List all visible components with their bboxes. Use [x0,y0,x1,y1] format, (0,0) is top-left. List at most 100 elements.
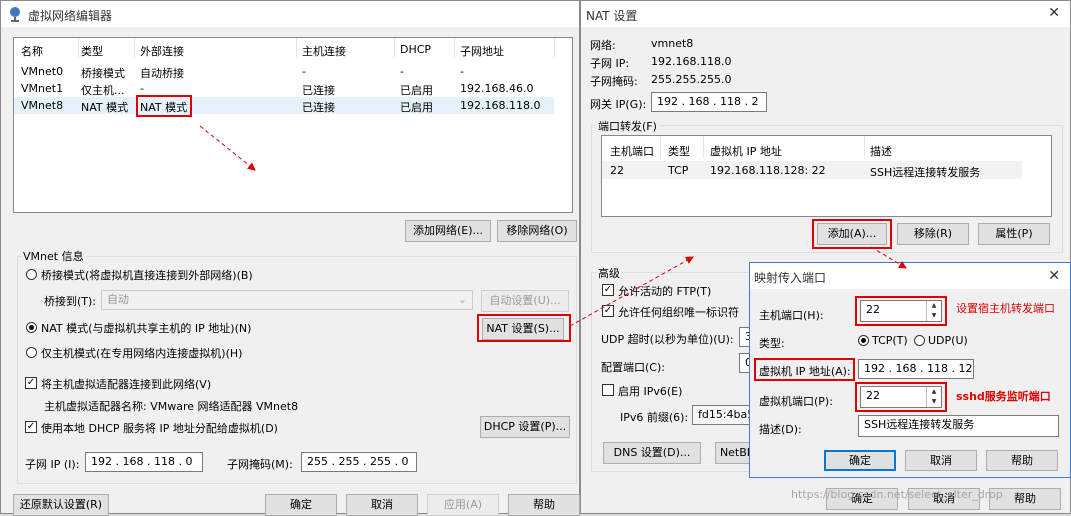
virtual-network-editor-window: 虚拟网络编辑器 名称 类型 外部连接 主机连接 DHCP 子网地址 VMnet0… [0,0,580,516]
desc-label: 描述(D): [759,423,802,436]
host-port-label: 主机端口(H): [759,309,824,322]
gateway-field[interactable]: 192 . 168 . 118 . 2 [651,92,767,112]
column-header-dhcp[interactable]: DHCP [400,43,431,56]
nat-subnet-ip-value: 192.168.118.0 [651,55,732,68]
nat-title: NAT 设置 [586,9,638,23]
config-port-label: 配置端口(C): [601,361,665,374]
map-titlebar: 映射传入端口 ✕ [750,263,1070,289]
help-button[interactable]: 帮助 [508,494,580,516]
pf-column-host-port[interactable]: 主机端口 [610,143,654,159]
vne-titlebar: 虚拟网络编辑器 [1,1,579,27]
allow-uuid-checkbox[interactable]: ✓ [602,305,614,317]
nat-mode-label[interactable]: NAT 模式(与虚拟机共享主机的 IP 地址)(N) [41,320,251,336]
ipv6-prefix-field[interactable]: fd15:4ba5: [692,405,752,425]
network-list[interactable]: 名称 类型 外部连接 主机连接 DHCP 子网地址 VMnet0 桥接模式 自动… [13,37,573,213]
subnet-ip-label: 子网 IP (I): [25,458,80,471]
bridge-to-select[interactable]: 自动 ⌄ [101,290,473,310]
network-globe-icon [8,6,22,25]
column-header-name[interactable]: 名称 [21,43,43,59]
host-port-highlight [855,296,947,326]
map-title: 映射传入端口 [754,271,827,285]
enable-ipv6-checkbox[interactable] [602,384,614,396]
map-ok-button[interactable]: 确定 [824,450,896,471]
table-row[interactable]: VMnet0 桥接模式 自动桥接 - - - [14,63,554,80]
network-label: 网络: [590,39,616,52]
remove-network-button[interactable]: 移除网络(O) [497,220,577,242]
vmnet-info-title: VMnet 信息 [21,248,86,264]
nat-subnet-mask-label: 子网掩码: [590,75,638,88]
nat-subnet-mask-value: 255.255.255.0 [651,73,732,86]
table-row[interactable]: VMnet1 仅主机... - 已连接 已启用 192.168.46.0 [14,80,554,97]
watermark: https://blog.csdn.net/select_alter_drop [791,488,1003,501]
use-dhcp-checkbox[interactable]: ✓ [25,421,37,433]
pf-column-type[interactable]: 类型 [668,143,690,159]
udp-radio[interactable] [914,335,925,346]
pf-column-desc[interactable]: 描述 [870,143,892,159]
udp-timeout-label: UDP 超时(以秒为单位)(U): [601,333,734,346]
allow-ftp-checkbox[interactable]: ✓ [602,284,614,296]
nat-mode-highlight [136,95,192,117]
use-dhcp-label[interactable]: 使用本地 DHCP 服务将 IP 地址分配给虚拟机(D) [41,420,278,436]
map-help-button[interactable]: 帮助 [986,450,1058,471]
close-icon[interactable]: ✕ [1048,268,1060,284]
column-header-type[interactable]: 类型 [81,43,103,59]
ipv6-prefix-label: IPv6 前缀(6): [620,411,689,424]
ssh-port-annotation: sshd服务监听端口 [956,390,1051,403]
connect-adapter-checkbox[interactable]: ✓ [25,377,37,389]
tcp-label[interactable]: TCP(T) [872,334,908,347]
allow-ftp-label[interactable]: 允许活动的 FTP(T) [618,283,711,299]
port-forward-title: 端口转发(F) [596,118,659,134]
map-incoming-port-dialog: 映射传入端口 ✕ 主机端口(H): 22 ▲ ▼ 类型: TCP(T) UDP(U… [749,262,1071,478]
auto-settings-button[interactable]: 自动设置(U)... [481,290,569,312]
adapter-name-text: 主机虚拟适配器名称: VMware 网络适配器 VMnet8 [44,400,299,413]
tcp-radio[interactable] [858,335,869,346]
vm-ip-label-highlight [754,358,855,381]
add-network-button[interactable]: 添加网络(E)... [405,220,491,242]
table-row-selected[interactable]: VMnet8 NAT 模式 NAT 模式 已连接 已启用 192.168.118… [14,97,554,114]
cancel-button[interactable]: 取消 [346,494,418,516]
allow-uuid-label[interactable]: 允许任何组织唯一标识符 [618,304,739,320]
gateway-label: 网关 IP(G): [590,98,647,111]
ok-button[interactable]: 确定 [265,494,337,516]
table-row[interactable]: 22 TCP 192.168.118.128: 22 SSH远程连接转发服务 [602,161,1022,179]
subnet-mask-label: 子网掩码(M): [227,458,293,471]
type-label: 类型: [759,337,785,350]
close-icon[interactable]: ✕ [1048,5,1060,21]
pf-column-vm-ip[interactable]: 虚拟机 IP 地址 [710,143,782,159]
bridge-to-label: 桥接到(T): [44,295,97,308]
nat-titlebar: NAT 设置 ✕ [581,1,1070,27]
chevron-down-icon: ⌄ [457,293,467,306]
host-port-annotation: 设置宿主机转发端口 [956,302,1055,315]
port-forward-list[interactable]: 主机端口 类型 虚拟机 IP 地址 描述 22 TCP 192.168.118.… [601,135,1052,217]
pf-remove-button[interactable]: 移除(R) [897,223,969,245]
pf-add-highlight [812,219,892,249]
column-header-subnet[interactable]: 子网地址 [460,43,504,59]
vm-port-label: 虚拟机端口(P): [759,395,833,408]
vne-title: 虚拟网络编辑器 [28,9,113,23]
restore-defaults-button[interactable]: 还原默认设置(R) [13,494,109,516]
network-value: vmnet8 [651,37,694,50]
desc-field[interactable]: SSH远程连接转发服务 [858,415,1059,437]
bridge-mode-label[interactable]: 桥接模式(将虚拟机直接连接到外部网络)(B) [41,267,253,283]
subnet-mask-field[interactable]: 255 . 255 . 255 . 0 [301,452,417,472]
subnet-ip-field[interactable]: 192 . 168 . 118 . 0 [85,452,203,472]
map-cancel-button[interactable]: 取消 [905,450,977,471]
dhcp-settings-button[interactable]: DHCP 设置(P)... [480,416,570,438]
dns-settings-button[interactable]: DNS 设置(D)... [603,442,701,464]
nat-subnet-ip-label: 子网 IP: [590,57,630,70]
advanced-title: 高级 [596,265,622,281]
host-only-label[interactable]: 仅主机模式(在专用网络内连接虚拟机)(H) [41,345,242,361]
nat-mode-radio[interactable] [26,322,37,333]
host-only-radio[interactable] [26,347,37,358]
column-header-external[interactable]: 外部连接 [140,43,184,59]
column-header-host[interactable]: 主机连接 [302,43,346,59]
vm-port-highlight [855,382,947,412]
bridge-mode-radio[interactable] [26,269,37,280]
pf-properties-button[interactable]: 属性(P) [978,223,1050,245]
nat-settings-highlight [477,314,571,342]
enable-ipv6-label[interactable]: 启用 IPv6(E) [618,383,682,399]
udp-label[interactable]: UDP(U) [928,334,968,347]
vm-ip-field[interactable]: 192 . 168 . 118 . 128 [858,359,974,379]
connect-adapter-label[interactable]: 将主机虚拟适配器连接到此网络(V) [41,376,211,392]
apply-button[interactable]: 应用(A) [427,494,499,516]
